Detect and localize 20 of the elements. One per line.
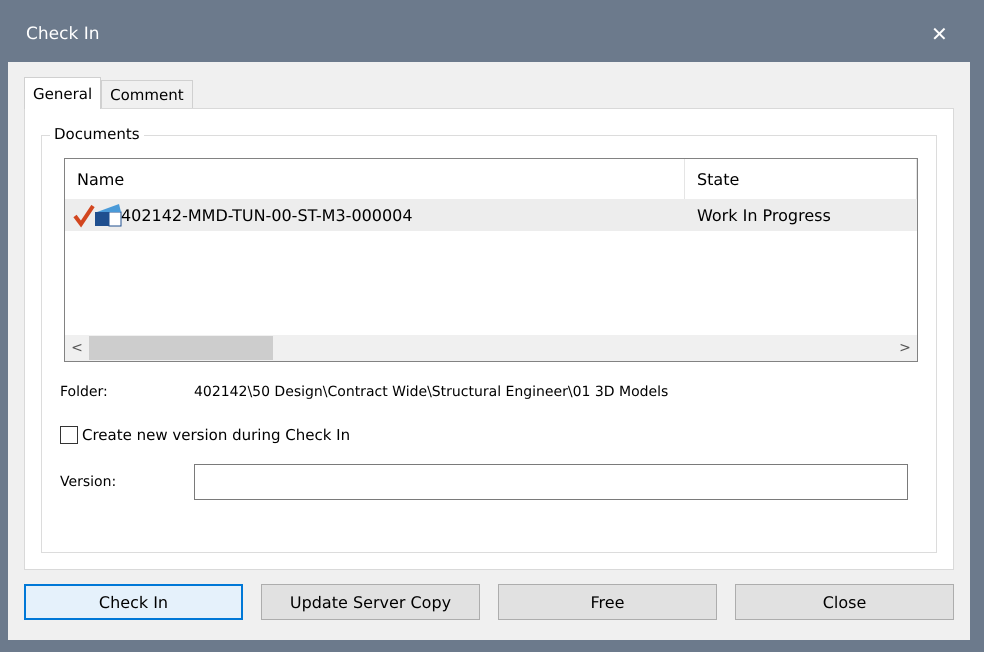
tab[interactable]: Comment [101, 80, 193, 108]
dialog-button[interactable]: Check In [24, 584, 243, 620]
folder-path: 402142\50 Design\Contract Wide\Structural Engineer\01 3D Models [194, 384, 668, 400]
document-check-icon [73, 202, 123, 228]
checkbox[interactable] [60, 426, 78, 444]
list-row[interactable]: 402142-MMD-TUN-00-ST-M3-000004 Work In Progress [65, 199, 917, 231]
dialog-button[interactable]: Update Server Copy [261, 584, 480, 620]
dialog-button[interactable]: Close [735, 584, 954, 620]
tab[interactable]: General [24, 77, 102, 109]
table-cell-text: Work In Progress [696, 206, 832, 224]
version-field[interactable] [194, 464, 908, 500]
scroll-thumb[interactable] [89, 336, 273, 360]
close-button[interactable]: ✕ [927, 22, 952, 46]
version-label: Version: [60, 474, 118, 490]
folder-label: Folder: [60, 384, 109, 400]
table-cell: 402142-MMD-TUN-00-ST-M3-000004 [121, 206, 413, 224]
horizontal-scrollbar[interactable]: < > [65, 335, 917, 361]
checkbox-label: Create new version during Check In [82, 426, 350, 444]
window-title: Check In [26, 24, 100, 44]
dialog-button[interactable]: Free [498, 584, 717, 620]
